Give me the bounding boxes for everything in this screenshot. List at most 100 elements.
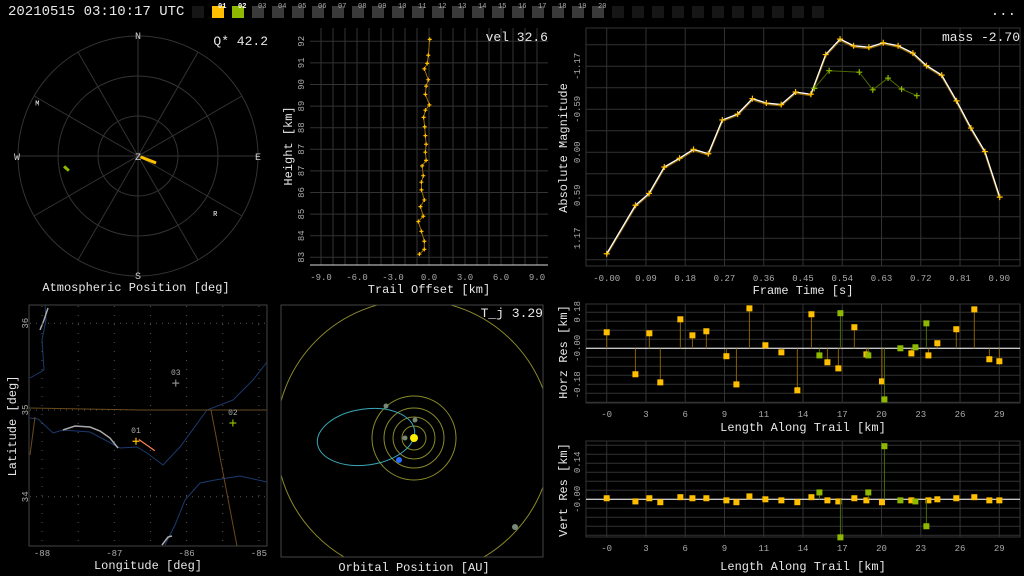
x-tick-label: 14 (798, 544, 809, 554)
dashboard-canvas: NSW EZMRQ* 42.2Atmospheric Position [deg]… (6, 27, 1021, 575)
x-tick-label: 11 (758, 544, 769, 554)
y-tick-label: 0.18 (573, 301, 583, 323)
polar-spoke (137, 155, 199, 261)
residual-point-02 (897, 497, 904, 504)
residual-point-02 (837, 310, 844, 317)
residual-point-01 (723, 353, 730, 360)
residual-point-01 (953, 326, 960, 333)
polar-spoke (33, 155, 139, 217)
x-axis-label: Length Along Trail [km] (720, 560, 886, 574)
residual-point-01 (925, 352, 932, 359)
residual-point-01 (971, 306, 978, 313)
y-tick-label: 92 (297, 36, 307, 47)
x-tick-label: 0.54 (831, 274, 853, 284)
planet (402, 435, 408, 441)
planet (412, 417, 418, 423)
residual-point-01 (746, 305, 753, 312)
polar-marker: R (213, 211, 218, 219)
q-star-value: Q* 42.2 (213, 34, 268, 49)
trail-point (422, 66, 427, 71)
state-border (29, 416, 36, 456)
y-tick-label: 0.59 (573, 184, 583, 206)
y-tick-label: 1.17 (573, 227, 583, 249)
polar-plot: NSW EZMRQ* 42.2Atmospheric Position [deg] (14, 32, 268, 295)
x-tick-label: 9 (722, 544, 727, 554)
y-tick-label: 35 (21, 405, 31, 416)
lake (39, 307, 49, 331)
residual-point-01 (646, 330, 653, 337)
x-axis-label: Frame Time [s] (753, 284, 854, 298)
residual-point-02 (897, 345, 904, 352)
x-tick-label: 20 (876, 410, 887, 420)
compass-label-z: Z (135, 153, 141, 164)
trail-point (426, 77, 431, 82)
residual-point-01 (657, 379, 664, 386)
x-tick-label: 3 (643, 544, 648, 554)
trail-point (427, 37, 432, 42)
river (164, 475, 268, 546)
residual-point-01 (703, 328, 710, 335)
station-label: 03 (171, 369, 181, 378)
y-tick-label: 89 (297, 101, 307, 112)
planet (383, 403, 389, 409)
residual-point-01 (996, 497, 1003, 504)
trail-offset-plot: 92 91 90 89 88 87 87 86 85 84 83-9.0 -6.0 -3.0 0.0 3.0… (282, 28, 548, 297)
residual-point-02 (865, 489, 872, 496)
x-tick-label: -88 (34, 549, 50, 559)
polar-spoke (137, 51, 199, 157)
x-tick-label: 0.81 (949, 274, 971, 284)
x-tick-label: 26 (955, 410, 966, 420)
residual-point-01 (996, 358, 1003, 365)
x-tick-label: 0.09 (635, 274, 657, 284)
polar-trail-02 (63, 165, 70, 172)
x-tick-label: 0.36 (753, 274, 775, 284)
x-tick-label: 9 (722, 410, 727, 420)
x-tick-label: 17 (837, 410, 848, 420)
tisserand-value: T_j 3.29 (481, 306, 543, 321)
residual-point-02 (865, 352, 872, 359)
y-tick-label: 86 (297, 187, 307, 198)
residual-point-01 (746, 493, 753, 500)
x-tick-label: 0.0 (421, 273, 437, 283)
y-tick-label: 87 (297, 165, 307, 176)
x-axis-label: Longitude [deg] (94, 559, 202, 573)
x-tick-label: -87 (106, 549, 122, 559)
residual-point-01 (824, 497, 831, 504)
residual-point-01 (646, 495, 653, 502)
residual-point-01 (986, 497, 993, 504)
x-tick-label: 6.0 (493, 273, 509, 283)
polar-spoke (137, 155, 243, 217)
y-axis-label: Absolute Magnitude (557, 83, 571, 213)
trail-point (422, 197, 427, 202)
trail-point (423, 92, 428, 97)
sun (410, 434, 418, 442)
lake (62, 425, 119, 449)
residual-point-02 (923, 523, 930, 530)
residual-point-02 (816, 489, 823, 496)
residual-point-01 (762, 496, 769, 503)
x-tick-label: 23 (915, 410, 926, 420)
earth (396, 457, 402, 463)
residual-point-01 (794, 387, 801, 394)
residual-point-02 (881, 443, 888, 450)
x-tick-label: 0.90 (988, 274, 1010, 284)
y-tick-label: 0.14 (573, 451, 583, 473)
residual-point-01 (677, 316, 684, 323)
compass-label-e: E (255, 153, 261, 164)
x-tick-label: 6 (683, 544, 688, 554)
plot-frame (28, 304, 268, 547)
magnitude-plot: -0.00 0.09 0.18 0.27 0.36 0.45 0.54 0.63 0.72 0.8… (557, 27, 1021, 298)
residual-point-01 (657, 499, 664, 506)
vert-res-plot: -0 3 6 9 11 14 17 20 23 26 29 0.14 -0.00 Length Along… (557, 440, 1021, 574)
residual-point-02 (912, 344, 919, 351)
polar-marker: M (35, 100, 39, 108)
residual-point-01 (778, 497, 785, 504)
trail-point (422, 239, 427, 244)
orbit-title: Orbital Position [AU] (338, 561, 489, 575)
mass-value: mass -2.70 (942, 30, 1020, 45)
x-tick-label: 0.72 (910, 274, 932, 284)
trail-point (418, 204, 423, 209)
residual-point-01 (703, 495, 710, 502)
y-tick-label: 88 (297, 122, 307, 133)
magnitude-point-02 (913, 92, 920, 99)
